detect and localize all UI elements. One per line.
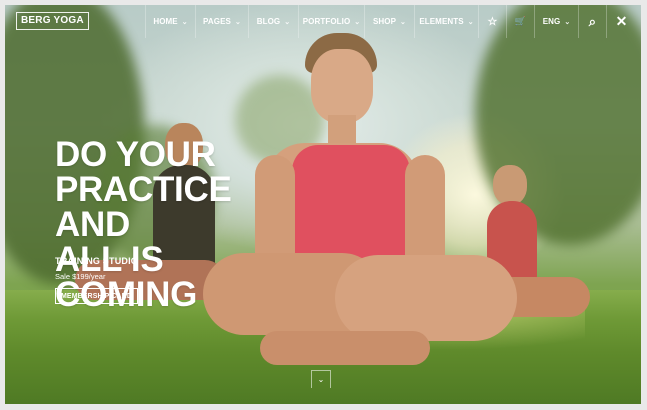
nav-item-home[interactable]: HOME ⌄ — [145, 5, 195, 38]
main-navigation: HOME ⌄ PAGES ⌄ BLOG ⌄ PORTFOLIO ⌄ SHOP ⌄… — [145, 5, 636, 38]
nav-item-shop[interactable]: SHOP ⌄ — [364, 5, 414, 38]
close-menu-button[interactable]: ✕ — [606, 5, 636, 38]
nav-item-label: SHOP — [372, 17, 397, 26]
chevron-down-icon: ⌄ — [317, 375, 325, 384]
chevron-down-icon: ⌄ — [234, 18, 241, 26]
chevron-down-icon: ⌄ — [354, 18, 361, 26]
headline-line: PRACTICE AND — [55, 170, 232, 244]
language-selector[interactable]: ENG ⌄ — [534, 5, 578, 38]
hero-subhead: TRAINING STUDIO — [55, 256, 138, 266]
hero-price: Sale $199/year — [55, 272, 106, 281]
nav-item-portfolio[interactable]: PORTFOLIO ⌄ — [298, 5, 364, 38]
chevron-down-icon: ⌄ — [467, 18, 474, 26]
nav-item-label: PORTFOLIO — [302, 17, 351, 26]
chevron-down-icon: ⌄ — [400, 18, 407, 26]
nav-item-pages[interactable]: PAGES ⌄ — [195, 5, 248, 38]
membership-card-button[interactable]: MEMBERSHIP CARD — [55, 288, 138, 304]
language-label: ENG — [542, 17, 561, 26]
nav-item-label: PAGES — [203, 17, 231, 26]
close-icon: ✕ — [615, 13, 628, 29]
chevron-down-icon: ⌄ — [564, 18, 571, 26]
hero-headline: DO YOUR PRACTICE AND ALL IS COMING — [55, 137, 285, 312]
search-icon: ⌕ — [588, 13, 597, 29]
cart-button[interactable]: 🛒 — [506, 5, 534, 38]
cart-icon: 🛒 — [514, 16, 527, 26]
nav-item-label: ELEMENTS — [419, 17, 464, 26]
headline-line: DO YOUR — [55, 135, 216, 174]
nav-item-label: BLOG — [256, 17, 281, 26]
favorites-icon: ☆ — [487, 16, 498, 28]
chevron-down-icon: ⌄ — [181, 18, 188, 26]
nav-item-label: HOME — [153, 17, 178, 26]
nav-item-elements[interactable]: ELEMENTS ⌄ — [414, 5, 478, 38]
search-button[interactable]: ⌕ — [578, 5, 606, 38]
favorites-button[interactable]: ☆ — [478, 5, 506, 38]
brand-logo[interactable]: BERG YOGA — [16, 12, 89, 30]
scroll-down-button[interactable]: ⌄ — [311, 370, 331, 388]
hero-section: BERG YOGA HOME ⌄ PAGES ⌄ BLOG ⌄ PORTFOLI… — [5, 5, 641, 404]
nav-item-blog[interactable]: BLOG ⌄ — [248, 5, 298, 38]
chevron-down-icon: ⌄ — [284, 18, 291, 26]
